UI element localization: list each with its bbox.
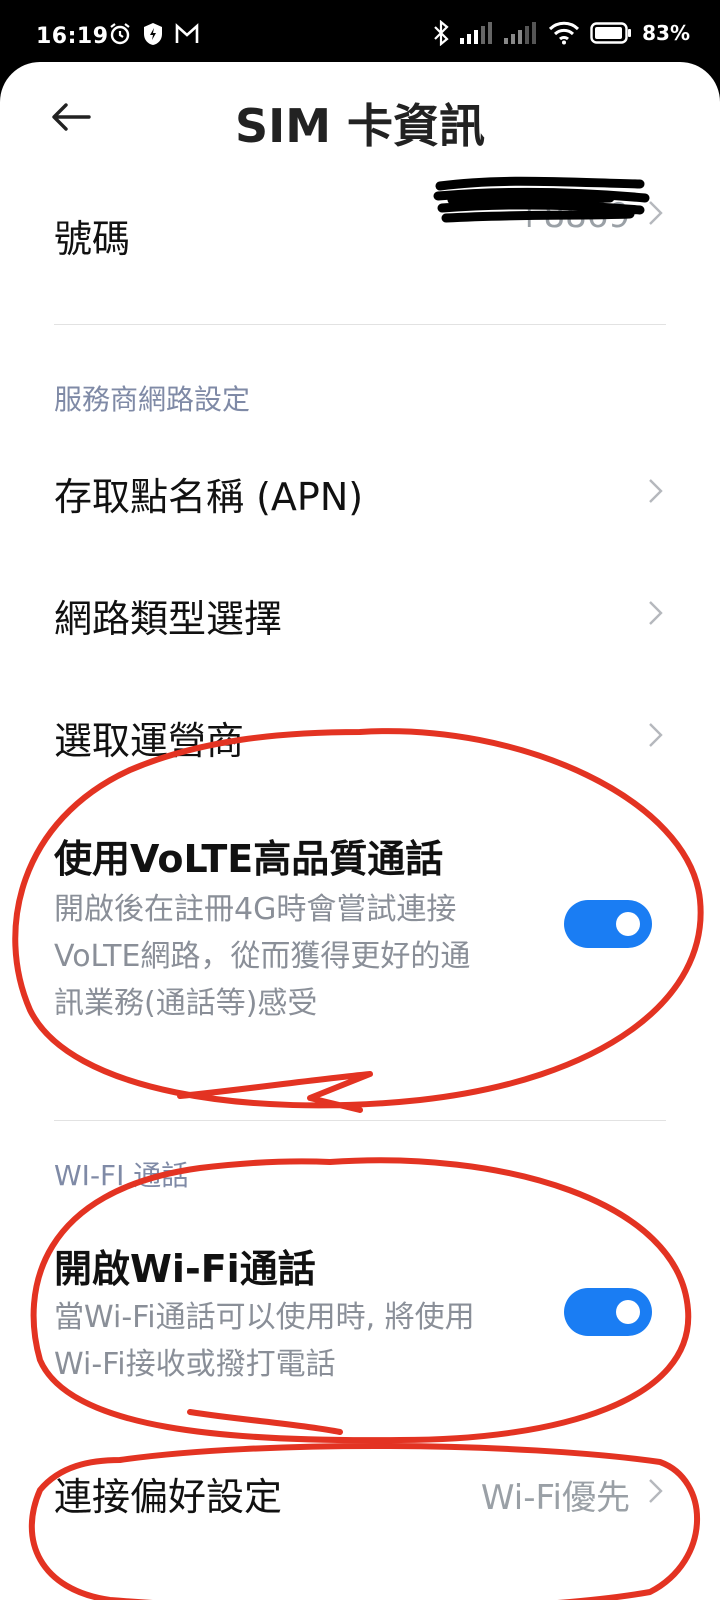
m-app-icon — [175, 23, 199, 43]
section-carrier-settings: 服務商網路設定 — [54, 383, 251, 416]
volte-description: 開啟後在註冊4G時會嘗試連接 VoLTE網路，從而獲得更好的通 訊業務(通話等)… — [54, 892, 471, 1021]
phone-number-value: +8869 — [514, 196, 630, 236]
signal-icon — [504, 22, 537, 44]
apn-row[interactable]: 存取點名稱 (APN) — [54, 452, 666, 532]
network-type-label: 網路類型選擇 — [54, 597, 283, 641]
status-time: 16:19 — [36, 24, 109, 49]
chevron-right-icon — [649, 601, 663, 625]
network-type-row[interactable]: 網路類型選擇 — [54, 574, 666, 654]
section-wifi-calling: WI-FI 通話 — [54, 1159, 190, 1192]
battery-icon — [590, 22, 632, 44]
settings-sheet: SIM 卡資訊 號碼 +8869 服務商網路設定 存取點名稱 (APN) 網路類… — [0, 62, 720, 1600]
shield-icon — [144, 23, 162, 45]
signal-icon — [460, 22, 493, 44]
wifi-icon — [549, 21, 580, 45]
page-title: SIM 卡資訊 — [234, 99, 486, 153]
toggle-knob — [616, 1300, 640, 1324]
edit-number-row[interactable]: 號碼 +8869 — [54, 196, 666, 308]
alarm-icon — [110, 23, 130, 45]
divider — [54, 324, 666, 325]
chevron-right-icon — [649, 1479, 663, 1503]
select-carrier-row[interactable]: 選取運營商 — [54, 696, 666, 776]
wifi-calling-toggle[interactable] — [564, 1288, 652, 1336]
volte-label: 使用VoLTE高品質通話 — [54, 837, 444, 881]
apn-label: 存取點名稱 (APN) — [54, 475, 364, 519]
connection-preference-row[interactable]: 連接偏好設定 Wi-Fi優先 — [54, 1448, 666, 1538]
chevron-right-icon — [649, 201, 663, 225]
divider — [54, 1120, 666, 1121]
connection-preference-value: Wi-Fi優先 — [480, 1478, 630, 1518]
bluetooth-icon — [434, 20, 449, 46]
wifi-calling-description: 當Wi-Fi通話可以使用時, 將使用 Wi-Fi接收或撥打電話 — [54, 1300, 475, 1382]
battery-percent: 83% — [642, 21, 690, 45]
select-carrier-label: 選取運營商 — [54, 719, 245, 763]
volte-toggle[interactable] — [564, 900, 652, 948]
wifi-calling-label: 開啟Wi-Fi通話 — [54, 1247, 316, 1291]
connection-preference-label: 連接偏好設定 — [54, 1475, 283, 1519]
chevron-right-icon — [649, 479, 663, 503]
edit-number-label: 號碼 — [54, 217, 131, 261]
toggle-knob — [616, 912, 640, 936]
header: SIM 卡資訊 — [0, 62, 720, 172]
chevron-right-icon — [649, 723, 663, 747]
